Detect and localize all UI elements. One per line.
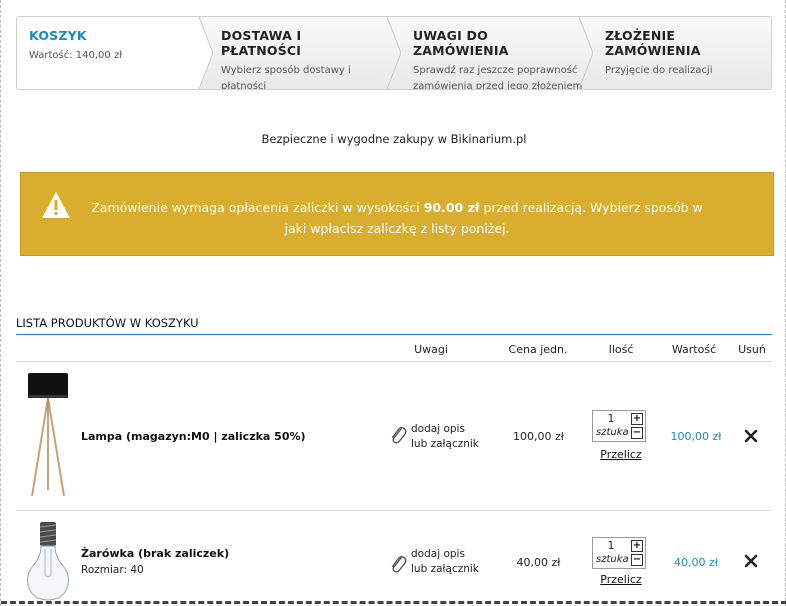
- step-subtitle: Wartość: 140,00 zł: [29, 50, 123, 61]
- checkout-steps: KOSZYK Wartość: 140,00 zł DOSTAWA I PŁAT…: [16, 16, 772, 90]
- unit-price: 40,00 zł: [516, 556, 561, 569]
- add-note-link[interactable]: dodaj opis lub załącznik: [389, 422, 484, 454]
- add-note-line2: lub załącznik: [411, 438, 479, 450]
- step-subtitle: Wybierz sposób dostawy i płatności: [221, 65, 351, 90]
- quantity-value[interactable]: 1: [593, 540, 629, 552]
- warning-triangle-icon: [41, 191, 71, 219]
- quantity-unit: sztuka: [596, 554, 629, 565]
- unit-price: 100,00 zł: [513, 430, 564, 443]
- step-title: KOSZYK: [29, 28, 87, 43]
- product-attribute: Rozmiar: 40: [81, 564, 144, 576]
- line-value: 40,00 zł: [674, 556, 718, 569]
- deposit-amount: 90.00 zł: [423, 200, 480, 215]
- cart-page: KOSZYK Wartość: 140,00 zł DOSTAWA I PŁAT…: [0, 0, 786, 606]
- step-subtitle: Przyjęcie do realizacji: [605, 65, 713, 76]
- recalculate-link[interactable]: Przelicz: [594, 573, 648, 586]
- alert-text-before: Zamówienie wymaga opłacenia zaliczki w w…: [91, 200, 424, 215]
- add-note-text: dodaj opis lub załącznik: [411, 422, 479, 452]
- column-value: Wartość: [671, 343, 717, 356]
- table-header: Uwagi Cena jedn. Ilość Wartość Usuń: [16, 340, 772, 362]
- product-name[interactable]: Żarówka (brak zaliczek): [81, 547, 229, 560]
- step-separator: [577, 17, 593, 89]
- step-cart[interactable]: KOSZYK Wartość: 140,00 zł: [17, 17, 199, 89]
- quantity-increase-button[interactable]: +: [631, 413, 643, 425]
- step-subtitle: Sprawdź raz jeszcze poprawność zamówieni…: [413, 65, 583, 90]
- add-note-line2: lub załącznik: [411, 563, 479, 575]
- step-title: UWAGI DO ZAMÓWIENIA: [413, 28, 509, 58]
- paperclip-icon: [389, 553, 407, 575]
- quantity-value[interactable]: 1: [593, 413, 629, 425]
- column-quantity: Ilość: [608, 343, 634, 356]
- paperclip-icon: [389, 424, 407, 446]
- remove-item-icon[interactable]: [743, 553, 759, 569]
- step-title: ZŁOŻENIE ZAMÓWIENIA: [605, 28, 701, 58]
- quantity-increase-button[interactable]: +: [631, 540, 643, 552]
- quantity-decrease-button[interactable]: −: [631, 554, 643, 566]
- step-title: DOSTAWA I PŁATNOŚCI: [221, 28, 302, 58]
- column-notes: Uwagi: [414, 343, 448, 356]
- step-delivery[interactable]: DOSTAWA I PŁATNOŚCI Wybierz sposób dosta…: [209, 17, 389, 89]
- step-submit[interactable]: ZŁOŻENIE ZAMÓWIENIA Przyjęcie do realiza…: [593, 17, 771, 89]
- product-image-bulb[interactable]: [24, 521, 72, 601]
- deposit-alert: Zamówienie wymaga opłacenia zaliczki w w…: [20, 172, 774, 256]
- remove-item-icon[interactable]: [743, 428, 759, 444]
- recalculate-link[interactable]: Przelicz: [594, 448, 648, 461]
- page-cut-edge: [1, 601, 786, 604]
- product-image-lamp[interactable]: [24, 372, 72, 498]
- secure-shopping-text: Bezpieczne i wygodne zakupy w Bikinarium…: [261, 132, 527, 146]
- quantity-stepper[interactable]: 1 sztuka + −: [592, 410, 646, 442]
- line-value: 100,00 zł: [670, 430, 722, 443]
- quantity-decrease-button[interactable]: −: [631, 427, 643, 439]
- column-remove: Usuń: [738, 343, 766, 356]
- alert-message: Zamówienie wymaga opłacenia zaliczki w w…: [91, 197, 703, 239]
- add-note-text: dodaj opis lub załącznik: [411, 547, 479, 577]
- table-row: Żarówka (brak zaliczek) Rozmiar: 40 doda…: [16, 511, 772, 603]
- column-unit-price: Cena jedn.: [508, 343, 568, 356]
- product-list-title: LISTA PRODUKTÓW W KOSZYKU: [16, 316, 772, 335]
- add-note-line1: dodaj opis: [411, 423, 465, 435]
- product-name[interactable]: Lampa (magazyn:M0 | zaliczka 50%): [81, 430, 306, 443]
- add-note-link[interactable]: dodaj opis lub załącznik: [389, 547, 484, 579]
- quantity-stepper[interactable]: 1 sztuka + −: [592, 537, 646, 569]
- step-notes[interactable]: UWAGI DO ZAMÓWIENIA Sprawdź raz jeszcze …: [401, 17, 582, 89]
- add-note-line1: dodaj opis: [411, 548, 465, 560]
- quantity-unit: sztuka: [596, 427, 629, 438]
- step-separator: [385, 17, 401, 89]
- table-row: Lampa (magazyn:M0 | zaliczka 50%) dodaj …: [16, 362, 772, 511]
